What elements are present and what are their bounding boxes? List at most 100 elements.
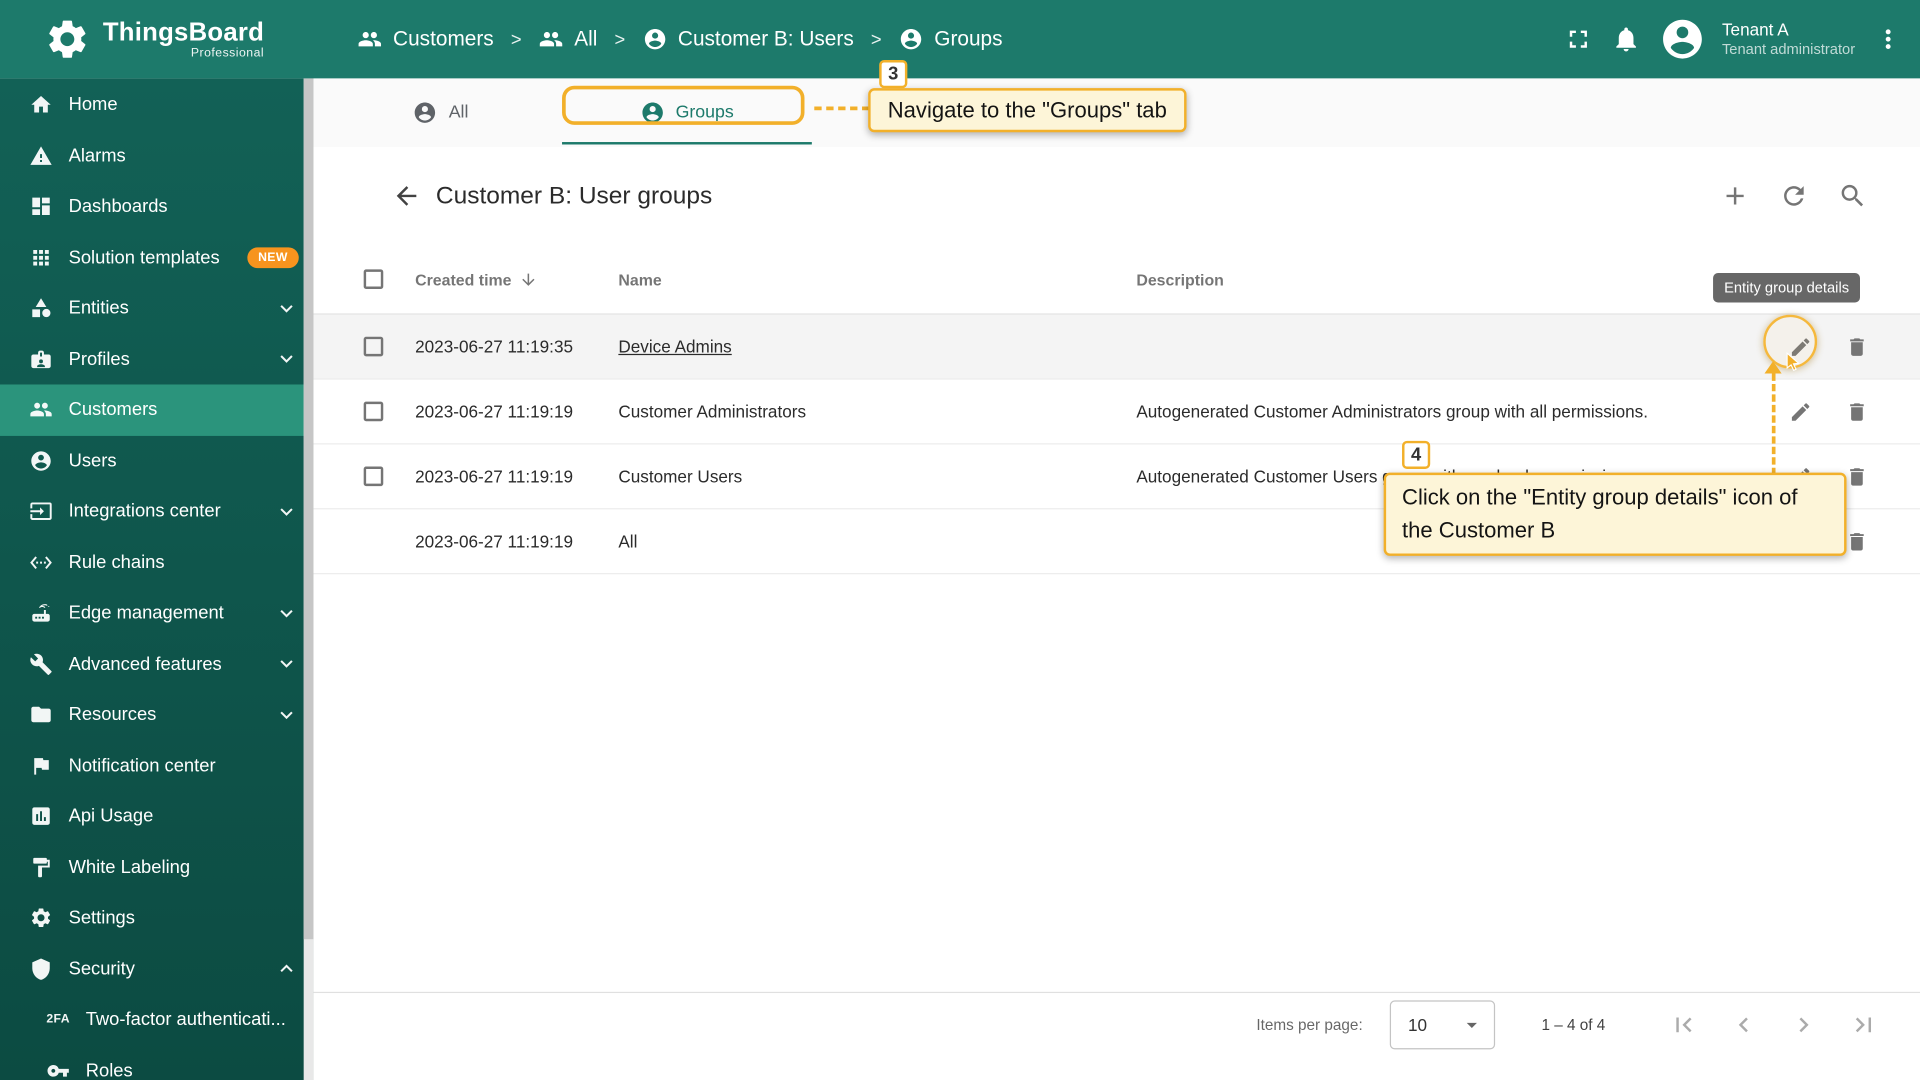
ethernet-icon — [29, 551, 52, 574]
warning-icon — [29, 144, 52, 167]
breadcrumb-customers[interactable]: Customers — [358, 27, 494, 51]
sidebar-item-integrations-center[interactable]: Integrations center — [0, 486, 313, 537]
kebab-menu-icon[interactable] — [1873, 24, 1902, 53]
annotation-step4-callout: Click on the "Entity group details" icon… — [1383, 472, 1847, 556]
sidebar-item-solution-templates[interactable]: Solution templates NEW — [0, 232, 313, 283]
search-button[interactable] — [1838, 181, 1867, 210]
breadcrumb-customer-b-users[interactable]: Customer B: Users — [642, 27, 854, 51]
annotation-dash-4 — [1771, 373, 1776, 476]
sidebar-item-alarms[interactable]: Alarms — [0, 130, 313, 181]
cell-created-time: 2023-06-27 11:19:19 — [415, 401, 574, 422]
breadcrumb-groups[interactable]: Groups — [899, 27, 1003, 51]
sidebar-item-home[interactable]: Home — [0, 80, 313, 131]
select-all-checkbox[interactable] — [363, 269, 384, 289]
account-circle-icon — [899, 27, 923, 51]
group-name-link[interactable]: All — [618, 531, 637, 551]
next-page-button[interactable] — [1789, 1010, 1818, 1039]
sidebar-item-two-factor-authentication[interactable]: 2FA Two-factor authenticati... — [0, 994, 313, 1045]
delete-group-button[interactable] — [1845, 465, 1868, 488]
breadcrumb-label: Groups — [934, 26, 1003, 51]
chevron-down-icon — [274, 296, 298, 320]
pagination-bar: Items per page: 10 1 – 4 of 4 — [313, 991, 1920, 1056]
scrollbar-thumb[interactable] — [303, 78, 314, 940]
group-name-link[interactable]: Device Admins — [618, 337, 731, 357]
column-name[interactable]: Name — [618, 270, 1136, 288]
refresh-button[interactable] — [1779, 181, 1808, 210]
flag-icon — [29, 754, 52, 777]
delete-group-button[interactable] — [1845, 335, 1868, 358]
user-info[interactable]: Tenant A Tenant administrator — [1722, 19, 1855, 59]
row-checkbox[interactable] — [363, 336, 384, 357]
sidebar-item-dashboards[interactable]: Dashboards — [0, 181, 313, 232]
sort-desc-icon[interactable] — [519, 270, 537, 288]
sidebar-item-api-usage[interactable]: Api Usage — [0, 791, 313, 842]
dashboards-icon — [29, 195, 52, 218]
chevron-down-icon — [274, 347, 298, 371]
sidebar-item-customers[interactable]: Customers — [0, 384, 314, 436]
app-header: ThingsBoard Professional Customers > All… — [0, 0, 1920, 79]
sidebar-item-settings[interactable]: Settings — [0, 893, 313, 944]
prev-page-button[interactable] — [1729, 1010, 1758, 1039]
last-page-button[interactable] — [1849, 1010, 1878, 1039]
notifications-bell-icon[interactable] — [1612, 24, 1641, 53]
delete-group-button[interactable] — [1845, 400, 1868, 423]
cell-created-time: 2023-06-27 11:19:35 — [415, 336, 574, 357]
sidebar-item-roles[interactable]: Roles — [0, 1045, 313, 1080]
nav-label: Edge management — [68, 602, 224, 624]
chevron-down-icon — [274, 499, 298, 523]
sidebar-item-users[interactable]: Users — [0, 435, 313, 486]
group-name-link[interactable]: Customer Users — [618, 467, 742, 487]
edit-group-button[interactable] — [1789, 400, 1812, 423]
active-tab-underline — [562, 142, 812, 145]
group-name-link[interactable]: Customer Administrators — [618, 402, 806, 422]
folder-icon — [29, 703, 52, 726]
items-per-page-label: Items per page: — [1256, 1015, 1363, 1033]
people-icon — [539, 27, 563, 51]
tab-all[interactable]: All — [343, 78, 539, 147]
table-row[interactable]: 2023-06-27 11:19:35 Device Admins — [313, 314, 1920, 380]
sidebar-item-white-labeling[interactable]: White Labeling — [0, 842, 313, 893]
tab-label: All — [448, 102, 469, 123]
items-per-page-select[interactable]: 10 — [1389, 999, 1495, 1049]
chevron-down-icon — [274, 601, 298, 625]
pagination-range: 1 – 4 of 4 — [1541, 1015, 1606, 1033]
chart-icon — [29, 805, 52, 828]
sidebar-item-advanced-features[interactable]: Advanced features — [0, 639, 313, 690]
breadcrumb-label: Customers — [393, 26, 494, 51]
table-row[interactable]: 2023-06-27 11:19:19 Customer Administrat… — [313, 380, 1920, 445]
wrench-icon — [29, 652, 52, 675]
back-button[interactable] — [392, 181, 421, 210]
account-circle-icon — [642, 27, 666, 51]
column-created-time[interactable]: Created time — [415, 270, 511, 288]
category-icon — [29, 297, 52, 320]
breadcrumb-separator: > — [614, 28, 626, 50]
entity-details-tooltip: Entity group details — [1713, 273, 1861, 303]
delete-group-button[interactable] — [1845, 530, 1868, 553]
nav-label: Solution templates — [68, 247, 220, 268]
first-page-button[interactable] — [1669, 1010, 1698, 1039]
annotation-cursor-icon — [1782, 351, 1804, 378]
app-logo[interactable]: ThingsBoard Professional — [0, 16, 313, 63]
table-header: Created time Name Description — [313, 245, 1920, 315]
sidebar-item-notification-center[interactable]: Notification center — [0, 740, 313, 791]
breadcrumb-all[interactable]: All — [539, 27, 597, 51]
sidebar-item-entities[interactable]: Entities — [0, 283, 313, 334]
thingsboard-logo-icon — [44, 16, 91, 63]
sidebar-item-security[interactable]: Security — [0, 943, 313, 994]
avatar[interactable] — [1660, 16, 1707, 63]
row-checkbox[interactable] — [363, 466, 384, 487]
sidebar-item-rule-chains[interactable]: Rule chains — [0, 537, 313, 588]
row-checkbox[interactable] — [363, 401, 384, 422]
fullscreen-icon[interactable] — [1564, 24, 1593, 53]
router-icon — [29, 602, 52, 625]
user-name: Tenant A — [1721, 19, 1789, 39]
sidebar-item-resources[interactable]: Resources — [0, 689, 313, 740]
add-button[interactable] — [1720, 181, 1749, 210]
sidebar-item-profiles[interactable]: Profiles — [0, 334, 313, 385]
people-icon — [358, 27, 382, 51]
sidebar-item-edge-management[interactable]: Edge management — [0, 588, 313, 639]
sidebar-scrollbar[interactable] — [303, 78, 314, 1080]
annotation-arrowhead — [1764, 361, 1782, 374]
annotation-step3-callout: Navigate to the "Groups" tab — [868, 88, 1187, 133]
user-role: Tenant administrator — [1721, 40, 1856, 58]
